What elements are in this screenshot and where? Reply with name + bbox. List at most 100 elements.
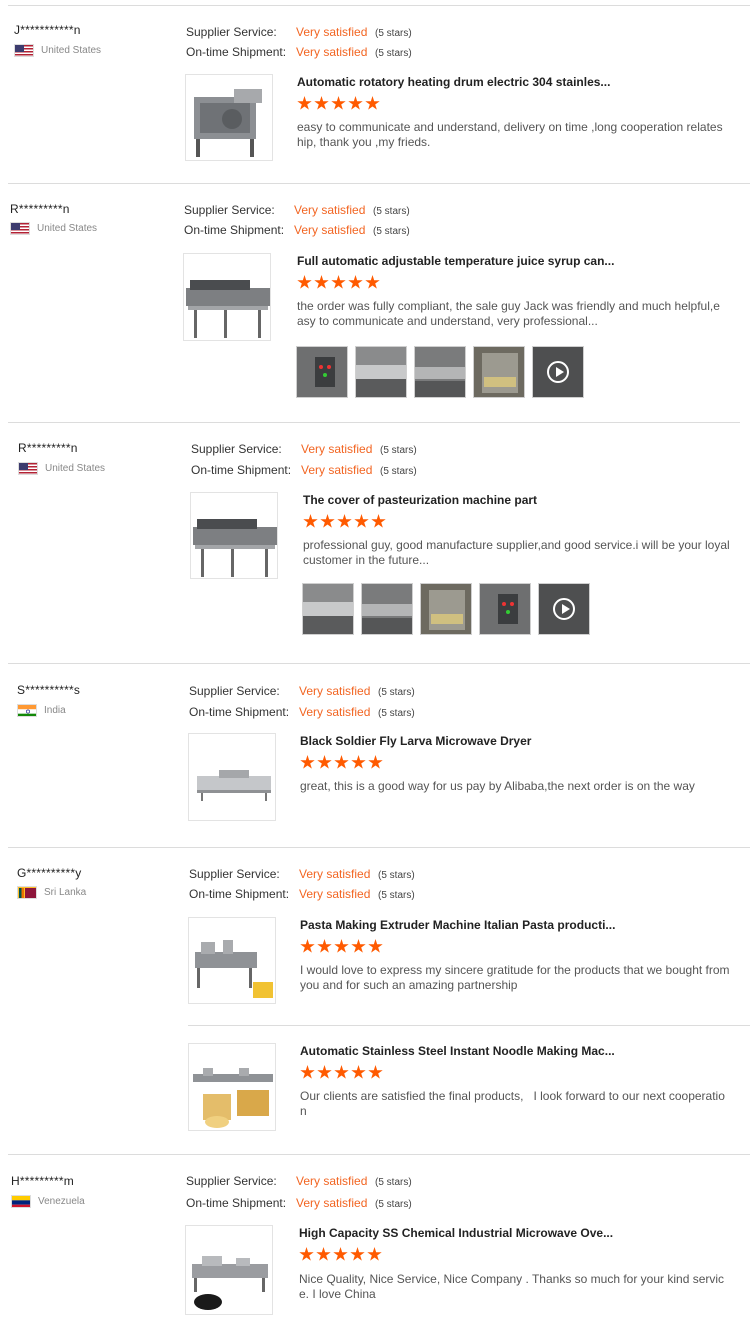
separator <box>8 183 750 184</box>
star-icon <box>316 1247 331 1261</box>
ontime-shipment-value: Very satisfied <box>301 463 373 477</box>
review-photo[interactable] <box>296 346 348 398</box>
buyer-country: Sri Lanka <box>17 886 86 899</box>
review-photo-list <box>302 583 590 635</box>
star-icon <box>314 275 329 289</box>
supplier-service-value: Very satisfied <box>299 867 371 881</box>
star-icon <box>365 275 380 289</box>
product-image[interactable] <box>188 733 276 821</box>
buyer-country: United States <box>10 222 97 235</box>
product-rating <box>297 96 380 111</box>
separator <box>8 847 750 848</box>
supplier-service-value: Very satisfied <box>301 442 373 456</box>
ontime-shipment-row: On-time Shipment: Very satisfied (5 star… <box>186 1196 412 1210</box>
ontime-shipment-label: On-time Shipment: <box>186 45 287 59</box>
country-name: United States <box>45 463 106 474</box>
india-flag-icon <box>17 704 37 717</box>
product-rating <box>297 275 380 290</box>
star-icon <box>367 1247 382 1261</box>
product-image[interactable] <box>188 1043 276 1131</box>
ontime-shipment-stars: (5 stars) <box>375 1199 412 1210</box>
product-rating <box>303 514 386 529</box>
us-flag-icon <box>18 462 38 475</box>
product-image[interactable] <box>185 74 273 161</box>
star-icon <box>300 755 315 769</box>
buyer-name: J***********n <box>14 23 81 37</box>
star-icon <box>368 755 383 769</box>
ontime-shipment-row: On-time Shipment: Very satisfied (5 star… <box>184 223 410 237</box>
supplier-service-row: Supplier Service: Very satisfied (5 star… <box>189 867 415 881</box>
star-icon <box>351 1065 366 1079</box>
product-rating <box>299 1247 382 1262</box>
product-title[interactable]: Full automatic adjustable temperature ju… <box>297 254 614 268</box>
star-icon <box>300 1065 315 1079</box>
review-comment: Our clients are satisfied the final prod… <box>300 1089 725 1118</box>
product-image[interactable] <box>190 492 278 579</box>
ontime-shipment-stars: (5 stars) <box>380 466 417 477</box>
review-photo[interactable] <box>473 346 525 398</box>
supplier-service-value: Very satisfied <box>296 25 368 39</box>
product-rating <box>300 939 383 954</box>
star-icon <box>365 96 380 110</box>
product-image[interactable] <box>185 1225 273 1315</box>
product-rating <box>300 1065 383 1080</box>
star-icon <box>334 755 349 769</box>
buyer-name: R*********n <box>10 202 70 216</box>
star-icon <box>334 939 349 953</box>
separator <box>8 663 750 664</box>
separator <box>8 422 740 423</box>
star-icon <box>354 514 369 528</box>
review-comment: professional guy, good manufacture suppl… <box>303 538 730 567</box>
supplier-service-label: Supplier Service: <box>186 25 277 39</box>
supplier-service-value: Very satisfied <box>294 203 366 217</box>
us-flag-icon <box>14 44 34 57</box>
supplier-service-stars: (5 stars) <box>373 206 410 217</box>
buyer-country: Venezuela <box>11 1195 85 1208</box>
star-icon <box>348 275 363 289</box>
product-rating <box>300 755 383 770</box>
separator <box>188 1025 750 1026</box>
review-comment: easy to communicate and understand, deli… <box>297 120 723 149</box>
ontime-shipment-stars: (5 stars) <box>378 708 415 719</box>
star-icon <box>371 514 386 528</box>
star-icon <box>368 1065 383 1079</box>
supplier-service-row: Supplier Service: Very satisfied (5 star… <box>184 203 410 217</box>
ontime-shipment-row: On-time Shipment: Very satisfied (5 star… <box>191 463 417 477</box>
ontime-shipment-stars: (5 stars) <box>378 890 415 901</box>
buyer-name: R*********n <box>18 441 78 455</box>
product-title[interactable]: Pasta Making Extruder Machine Italian Pa… <box>300 918 615 932</box>
supplier-service-row: Supplier Service: Very satisfied (5 star… <box>186 1174 412 1188</box>
review-video[interactable] <box>532 346 584 398</box>
supplier-service-stars: (5 stars) <box>375 28 412 39</box>
review-video[interactable] <box>538 583 590 635</box>
product-title[interactable]: Automatic rotatory heating drum electric… <box>297 75 610 89</box>
review-photo[interactable] <box>414 346 466 398</box>
product-title[interactable]: Automatic Stainless Steel Instant Noodle… <box>300 1044 615 1058</box>
star-icon <box>317 939 332 953</box>
play-icon <box>553 598 575 620</box>
review-photo[interactable] <box>361 583 413 635</box>
star-icon <box>331 275 346 289</box>
ontime-shipment-row: On-time Shipment: Very satisfied (5 star… <box>189 887 415 901</box>
review-photo[interactable] <box>302 583 354 635</box>
review-comment: Nice Quality, Nice Service, Nice Company… <box>299 1272 725 1301</box>
ontime-shipment-label: On-time Shipment: <box>184 223 285 237</box>
product-image[interactable] <box>183 253 271 341</box>
ontime-shipment-stars: (5 stars) <box>373 226 410 237</box>
country-name: Sri Lanka <box>44 887 87 898</box>
supplier-service-label: Supplier Service: <box>186 1174 277 1188</box>
product-title[interactable]: The cover of pasteurization machine part <box>303 493 537 507</box>
ontime-shipment-value: Very satisfied <box>299 705 371 719</box>
review-comment: I would love to express my sincere grati… <box>300 963 730 992</box>
country-name: United States <box>41 45 102 56</box>
ontime-shipment-label: On-time Shipment: <box>191 463 292 477</box>
product-image[interactable] <box>188 917 276 1004</box>
product-title[interactable]: Black Soldier Fly Larva Microwave Dryer <box>300 734 531 748</box>
review-photo[interactable] <box>355 346 407 398</box>
review-photo[interactable] <box>479 583 531 635</box>
buyer-name: G**********y <box>17 866 82 880</box>
ontime-shipment-value: Very satisfied <box>296 45 368 59</box>
supplier-service-row: Supplier Service: Very satisfied (5 star… <box>186 25 412 39</box>
product-title[interactable]: High Capacity SS Chemical Industrial Mic… <box>299 1226 613 1240</box>
review-photo[interactable] <box>420 583 472 635</box>
